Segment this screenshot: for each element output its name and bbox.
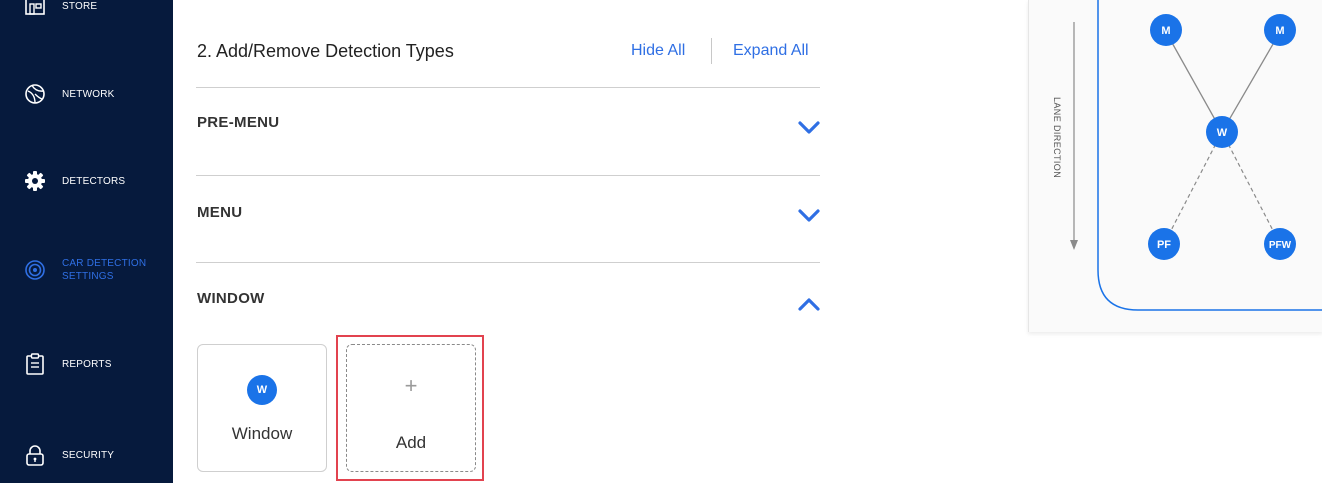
accordion-pre-menu[interactable]: PRE-MENU — [196, 98, 820, 158]
divider — [196, 87, 820, 88]
network-icon — [24, 83, 46, 105]
gear-icon — [24, 170, 46, 192]
sidebar-item-label: DETECTORS — [62, 175, 126, 187]
sidebar-item-label: SECURITY — [62, 449, 115, 461]
section-title: 2. Add/Remove Detection Types — [197, 41, 454, 61]
sidebar: STORE NETWORK DETECTORS CAR DETECTION SE… — [0, 0, 173, 483]
sidebar-item-label: NETWORK — [62, 88, 115, 100]
divider — [196, 262, 820, 263]
window-card-label: Window — [231, 424, 293, 443]
window-card[interactable]: W Window — [197, 344, 327, 472]
lane-diagram: M M W PF PFW — [1070, 0, 1322, 311]
sidebar-item-label: STORE — [62, 0, 98, 12]
node-label: M — [1275, 25, 1284, 37]
node-label: W — [1217, 127, 1228, 139]
node-label: PFW — [1269, 240, 1292, 251]
hide-all-link[interactable]: Hide All — [631, 42, 685, 60]
add-card[interactable]: + Add — [346, 344, 476, 472]
add-card-label: Add — [395, 433, 427, 452]
accordion-menu[interactable]: MENU — [196, 188, 820, 248]
chevron-up-icon[interactable] — [798, 297, 820, 311]
sidebar-item-label: CAR DETECTION SETTINGS — [62, 258, 147, 282]
sidebar-item-detectors[interactable]: DETECTORS — [0, 153, 173, 209]
accordion-label: WINDOW — [197, 290, 265, 307]
plus-icon: + — [404, 373, 418, 398]
radar-icon — [24, 259, 46, 281]
chevron-down-icon[interactable] — [798, 121, 820, 135]
sidebar-item-network[interactable]: NETWORK — [0, 66, 173, 122]
sidebar-item-reports[interactable]: REPORTS — [0, 336, 173, 392]
sidebar-item-store[interactable]: STORE — [0, 0, 173, 34]
clipboard-icon — [24, 353, 46, 375]
node-label: M — [1161, 25, 1170, 37]
accordion-window[interactable]: WINDOW — [196, 274, 820, 334]
window-badge: W — [247, 375, 277, 405]
store-icon — [24, 0, 46, 17]
lane-direction-label: LANE DIRECTION — [1052, 97, 1062, 179]
expand-all-link[interactable]: Expand All — [733, 42, 809, 60]
accordion-label: MENU — [197, 204, 243, 221]
sidebar-item-car-detection-settings[interactable]: CAR DETECTION SETTINGS — [0, 242, 173, 298]
sidebar-item-security[interactable]: SECURITY — [0, 427, 173, 483]
lock-icon — [24, 444, 46, 466]
chevron-down-icon[interactable] — [798, 209, 820, 223]
lane-diagram-panel: M M W PF PFW LANE DIRECTION — [1028, 0, 1322, 332]
link-divider — [711, 38, 712, 64]
node-label: PF — [1157, 239, 1171, 251]
sidebar-item-label: REPORTS — [62, 358, 112, 370]
accordion-label: PRE-MENU — [197, 114, 280, 131]
divider — [196, 175, 820, 176]
